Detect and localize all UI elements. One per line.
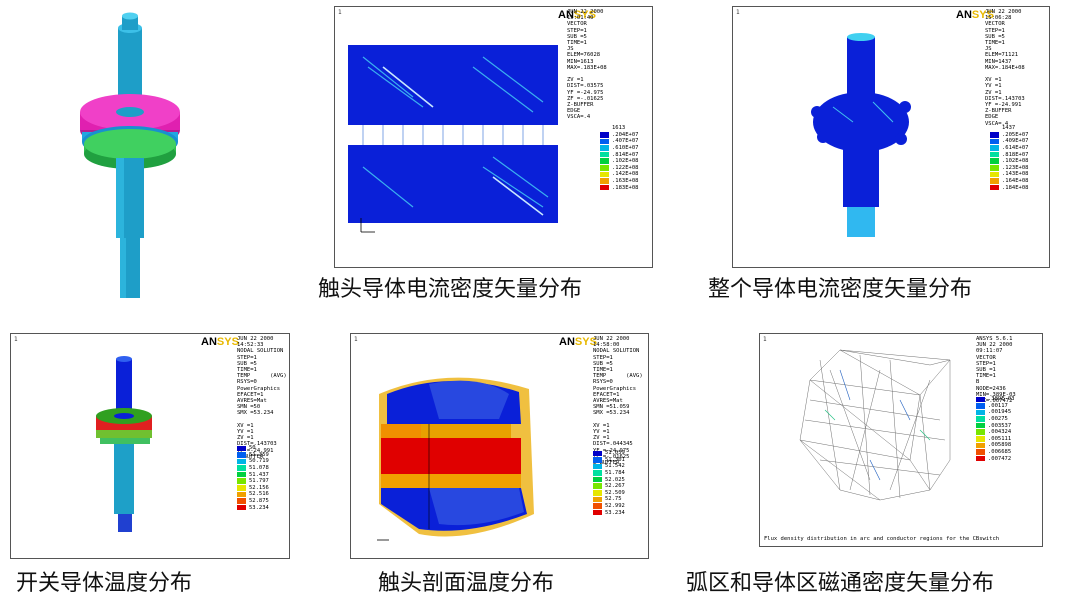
panel-contact-section-temperature: 1 ANSYS JUN 22 2000 14:58:00 NODAL SOLUT… — [350, 333, 649, 559]
flux-density-mesh-plot — [799, 349, 951, 501]
legend-label: .123E+08 — [1002, 164, 1029, 171]
legend-label: .001945 — [988, 409, 1012, 416]
panel-number: 1 — [736, 9, 740, 16]
switch-temperature-plot — [96, 356, 152, 532]
legend-label: .122E+08 — [612, 164, 639, 171]
legend-label: 51.437 — [249, 471, 269, 478]
legend-label: .003537 — [988, 422, 1012, 429]
legend-top-label: 1437 — [1002, 125, 1016, 132]
legend-top-label: 1613 — [612, 125, 626, 132]
panel-number: 1 — [338, 9, 342, 16]
legend-label: 52.156 — [249, 484, 269, 491]
legend-label: .610E+07 — [612, 145, 639, 152]
legend-label: .407E+07 — [612, 138, 639, 145]
caption-switch-temperature: 开关导体温度分布 — [16, 571, 193, 596]
legend-label: .818E+07 — [1002, 151, 1029, 158]
legend-label: .164E+08 — [1002, 178, 1029, 185]
plot-info-text: JUN 22 2000 14:58:00 NODAL SOLUTION STEP… — [593, 336, 643, 467]
panel-whole-current-density: 1 ANSYS JUN 22 2000 15:06:28 VECTOR STEP… — [732, 6, 1050, 268]
contour-legend: 50 51.359 50.719 51.078 51.437 51.797 52… — [237, 445, 269, 511]
legend-label: 52.025 — [605, 476, 625, 483]
contact-section-temperature-plot — [377, 377, 534, 541]
panel-number: 1 — [763, 336, 767, 343]
legend-label: .005898 — [988, 442, 1012, 449]
plot-footnote: Flux density distribution in arc and con… — [764, 536, 1000, 542]
contour-legend: 1437 .205E+07 .409E+07 .614E+07 .818E+07… — [990, 125, 1029, 191]
legend-label: 51.797 — [249, 478, 269, 485]
legend-label: .102E+08 — [612, 158, 639, 165]
panel-switch-temperature: 1 ANSYS JUN 22 2000 14:52:33 NODAL SOLUT… — [10, 333, 290, 559]
panel-contact-current-density: 1 ANSYS JUN 22 2000 15:01:40 VECTOR STEP… — [334, 6, 653, 268]
legend-label: .183E+08 — [612, 184, 639, 191]
legend-label: 53.234 — [605, 509, 625, 516]
legend-label: 52.516 — [249, 491, 269, 498]
legend-label: .814E+07 — [612, 151, 639, 158]
plot-info-text: JUN 22 2000 15:01:40 VECTOR STEP=1 SUB =… — [567, 9, 607, 121]
panel-number: 1 — [354, 336, 358, 343]
legend-label: .005111 — [988, 435, 1012, 442]
legend-label: .007472 — [988, 455, 1012, 462]
legend-label: 50.719 — [249, 458, 269, 465]
legend-label: 51.784 — [605, 470, 625, 477]
legend-label: 52.509 — [605, 489, 625, 496]
legend-label: 51.542 — [605, 463, 625, 470]
contour-legend: 1613 .204E+07 .407E+07 .610E+07 .814E+07… — [600, 125, 639, 191]
legend-label: .00117 — [988, 402, 1008, 409]
legend-label: .142E+08 — [612, 171, 639, 178]
plot-info-text: JUN 22 2000 14:52:33 NODAL SOLUTION STEP… — [237, 336, 287, 460]
legend-label: .143E+08 — [1002, 171, 1029, 178]
legend-label: .102E+08 — [1002, 158, 1029, 165]
legend-label: 52.992 — [605, 503, 625, 510]
current-density-vector-plot — [348, 45, 558, 233]
legend-label: .00275 — [988, 416, 1008, 423]
legend-label: .184E+08 — [1002, 184, 1029, 191]
model-panel — [60, 8, 210, 298]
plot-info-text: ANSYS 5.6.1 JUN 22 2000 09:11:07 VECTOR … — [976, 336, 1016, 405]
whole-conductor-vector-plot — [811, 33, 911, 237]
legend-label: .614E+07 — [1002, 145, 1029, 152]
conductor-model-image — [80, 12, 180, 298]
legend-label: 52.875 — [249, 498, 269, 505]
legend-label: 52.267 — [605, 483, 625, 490]
caption-flux-density: 弧区和导体区磁通密度矢量分布 — [686, 571, 995, 596]
legend-label: 50 — [249, 445, 256, 452]
legend-label: .409E+07 — [1002, 138, 1029, 145]
legend-label: 51.359 — [249, 451, 269, 458]
plot-info-text: JUN 22 2000 15:06:28 VECTOR STEP=1 SUB =… — [985, 9, 1025, 127]
legend-label: .204E+07 — [612, 131, 639, 138]
panel-flux-density: 1 ANSYS 5.6.1 JUN 22 2000 09:11:07 VECTO… — [759, 333, 1043, 547]
legend-label: 51.301 — [605, 456, 625, 463]
caption-contact-current-density: 触头导体电流密度矢量分布 — [318, 277, 583, 302]
legend-label: 51.059 — [605, 450, 625, 457]
caption-contact-section-temperature: 触头剖面温度分布 — [378, 571, 555, 596]
legend-label: .006685 — [988, 449, 1012, 456]
legend-label: .389E-03 — [988, 396, 1015, 403]
panel-number: 1 — [14, 336, 18, 343]
contour-legend: .389E-03 .00117 .001945 .00275 .003537 .… — [976, 396, 1015, 462]
legend-label: 53.234 — [249, 504, 269, 511]
legend-label: .163E+08 — [612, 178, 639, 185]
ansys-logo: ANSYS — [559, 336, 597, 348]
legend-label: .205E+07 — [1002, 131, 1029, 138]
contour-legend: 51.059 51.301 51.542 51.784 52.025 52.26… — [593, 450, 625, 516]
legend-label: 52.75 — [605, 496, 622, 503]
ansys-logo: ANSYS — [201, 336, 239, 348]
caption-whole-current-density: 整个导体电流密度矢量分布 — [708, 277, 973, 302]
legend-label: .004324 — [988, 429, 1012, 436]
legend-label: 51.078 — [249, 465, 269, 472]
